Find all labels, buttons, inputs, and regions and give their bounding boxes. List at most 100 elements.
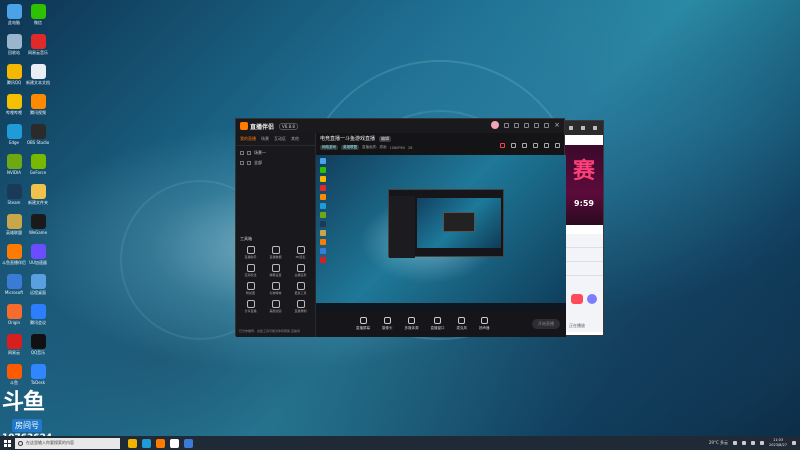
source-button[interactable]: 摄像头 bbox=[382, 317, 393, 331]
tab-scenes[interactable]: 场景 bbox=[261, 136, 269, 142]
edit-title-button[interactable]: 编辑 bbox=[379, 135, 392, 142]
desktop-icon[interactable]: OBS Studio bbox=[26, 124, 50, 145]
promo-banner[interactable]: 赛 9:59 bbox=[565, 145, 603, 225]
desktop-icon[interactable]: Edge bbox=[2, 124, 26, 145]
menu-icon[interactable] bbox=[524, 122, 530, 128]
taskbar-app-icon[interactable] bbox=[142, 438, 151, 448]
tool-item[interactable]: 直播助手 bbox=[238, 246, 263, 259]
source-button[interactable]: 麦克风 bbox=[457, 317, 467, 331]
source-button[interactable]: 多媒体源 bbox=[405, 317, 419, 331]
tool-item[interactable]: 主播任务 bbox=[288, 264, 313, 277]
desktop-icon[interactable]: 英雄联盟 bbox=[2, 214, 26, 236]
desktop-icon[interactable]: Microsoft bbox=[2, 274, 26, 295]
desktop-icon[interactable]: NVIDIA bbox=[2, 154, 26, 175]
desktop-icon[interactable]: 微信 bbox=[26, 4, 50, 26]
close-icon[interactable]: × bbox=[554, 121, 560, 129]
eye-icon[interactable] bbox=[240, 161, 244, 165]
source-button[interactable]: 直播屏幕 bbox=[356, 317, 370, 331]
tab-other[interactable]: 其他 bbox=[291, 136, 299, 142]
desktop-icon[interactable]: 此电脑 bbox=[2, 4, 26, 26]
notification-icon[interactable] bbox=[792, 441, 796, 445]
red-sticker-icon bbox=[571, 294, 583, 304]
weather-label[interactable]: 29°C 多云 bbox=[709, 440, 728, 446]
ime-icon[interactable] bbox=[760, 441, 765, 445]
taskbar-search[interactable]: 在这里输入你要搜索的内容 bbox=[15, 437, 120, 449]
tool-item[interactable]: PK连麦 bbox=[288, 246, 313, 259]
app-icon bbox=[6, 274, 22, 289]
taskbar-app-icon[interactable] bbox=[156, 438, 165, 448]
list-item[interactable] bbox=[565, 234, 603, 248]
list-item[interactable] bbox=[565, 262, 603, 276]
desktop-icon[interactable]: GeForce bbox=[26, 154, 50, 175]
record-icon[interactable] bbox=[500, 143, 505, 148]
tool-item[interactable]: 直播录制 bbox=[288, 300, 313, 313]
promo-countdown: 9:59 bbox=[574, 199, 594, 208]
game-pill[interactable]: 英雄联盟 bbox=[341, 145, 359, 150]
close-icon[interactable] bbox=[593, 126, 597, 130]
chevron-up-icon[interactable] bbox=[733, 441, 738, 445]
desktop-icon[interactable]: Origin bbox=[2, 304, 26, 325]
app-titlebar[interactable]: 直播伴侣 V6.8.8 × bbox=[236, 119, 564, 133]
desktop-icon[interactable]: 远程桌面 bbox=[26, 274, 50, 296]
notification-icon[interactable] bbox=[544, 143, 549, 148]
tool-item[interactable]: 直播数据 bbox=[263, 246, 288, 259]
tool-item[interactable]: 互动玩法 bbox=[238, 264, 263, 277]
desktop-icon[interactable]: QQ音乐 bbox=[26, 334, 50, 356]
desktop-icon[interactable]: 腾讯视频 bbox=[26, 94, 50, 116]
fullscreen-icon[interactable] bbox=[533, 143, 538, 148]
lock-icon[interactable] bbox=[247, 161, 251, 165]
lock-icon[interactable] bbox=[247, 151, 251, 155]
gift-icon[interactable] bbox=[511, 143, 516, 148]
network-icon[interactable] bbox=[742, 441, 747, 445]
volume-icon[interactable] bbox=[751, 441, 756, 445]
desktop-icon[interactable]: 新建文件夹 bbox=[26, 184, 50, 206]
desktop-icon[interactable]: WeGame bbox=[26, 214, 50, 235]
scene-item[interactable]: 场景一 bbox=[240, 150, 311, 156]
live-preview[interactable] bbox=[316, 155, 566, 311]
source-button[interactable]: 扬声器 bbox=[479, 317, 490, 331]
desktop-icon[interactable]: 新建文本文档 bbox=[26, 64, 50, 86]
message-icon[interactable] bbox=[504, 122, 510, 128]
tool-item[interactable]: 美颜滤镜 bbox=[263, 300, 288, 313]
avatar[interactable] bbox=[491, 121, 500, 129]
desktop-icon[interactable]: 腾讯会议 bbox=[26, 304, 50, 326]
eye-icon[interactable] bbox=[240, 151, 244, 155]
tool-item[interactable]: 更多工具 bbox=[288, 282, 313, 295]
desktop-icon[interactable]: 网易云音乐 bbox=[26, 34, 50, 56]
start-button[interactable] bbox=[0, 436, 14, 450]
start-live-button[interactable]: 开始直播 bbox=[532, 319, 560, 329]
clock[interactable]: 11:03 2023/8/27 bbox=[769, 438, 787, 448]
taskbar-app-icon[interactable] bbox=[170, 438, 179, 448]
stream-title[interactable]: 电竞直播一斗鱼游戏直播 bbox=[320, 135, 375, 142]
desktop-icon[interactable]: 斗鱼直播伴侣 bbox=[2, 244, 26, 266]
desktop-icon[interactable]: 哔哩哔哩 bbox=[2, 94, 26, 116]
desktop-icon[interactable]: 网易云 bbox=[2, 334, 26, 356]
tool-item[interactable]: 弹幕设置 bbox=[263, 264, 288, 277]
minimize-icon[interactable] bbox=[534, 122, 540, 128]
settings-icon[interactable] bbox=[514, 122, 520, 128]
scene-item[interactable]: 全部 bbox=[240, 160, 311, 166]
tab-my-live[interactable]: 我的直播 bbox=[240, 136, 256, 142]
desktop-icon[interactable]: UU加速器 bbox=[26, 244, 50, 266]
taskbar-app-icon[interactable] bbox=[128, 438, 137, 448]
minimize-icon[interactable] bbox=[569, 126, 573, 130]
desktop-icon[interactable]: 腾讯QQ bbox=[2, 64, 26, 86]
desktop-icon[interactable]: ToDesk bbox=[26, 364, 50, 385]
desktop-icon[interactable]: 斗鱼 bbox=[2, 364, 26, 386]
desktop-icon[interactable]: Steam bbox=[2, 184, 26, 205]
maximize-icon[interactable] bbox=[544, 122, 550, 128]
tool-item[interactable]: 分享直播 bbox=[238, 300, 263, 313]
promo-char: 赛 bbox=[572, 159, 595, 184]
tool-item[interactable]: 礼物特效 bbox=[263, 282, 288, 295]
list-item[interactable] bbox=[565, 248, 603, 262]
share-icon[interactable] bbox=[555, 143, 560, 148]
tab-interaction[interactable]: 互动区 bbox=[274, 136, 286, 142]
taskbar-app-icon[interactable] bbox=[184, 438, 193, 448]
streaming-app-window[interactable]: 直播伴侣 V6.8.8 × 我的直播 场景 互动区 其他 场景一 全部 工具箱 … bbox=[235, 118, 566, 337]
maximize-icon[interactable] bbox=[581, 126, 585, 130]
desktop-icon[interactable]: 回收站 bbox=[2, 34, 26, 56]
source-button[interactable]: 直播窗口 bbox=[431, 317, 445, 331]
category-pill[interactable]: 网络游戏 bbox=[320, 145, 338, 150]
tool-item[interactable]: 粉丝团 bbox=[238, 282, 263, 295]
layout-icon[interactable] bbox=[522, 143, 527, 148]
